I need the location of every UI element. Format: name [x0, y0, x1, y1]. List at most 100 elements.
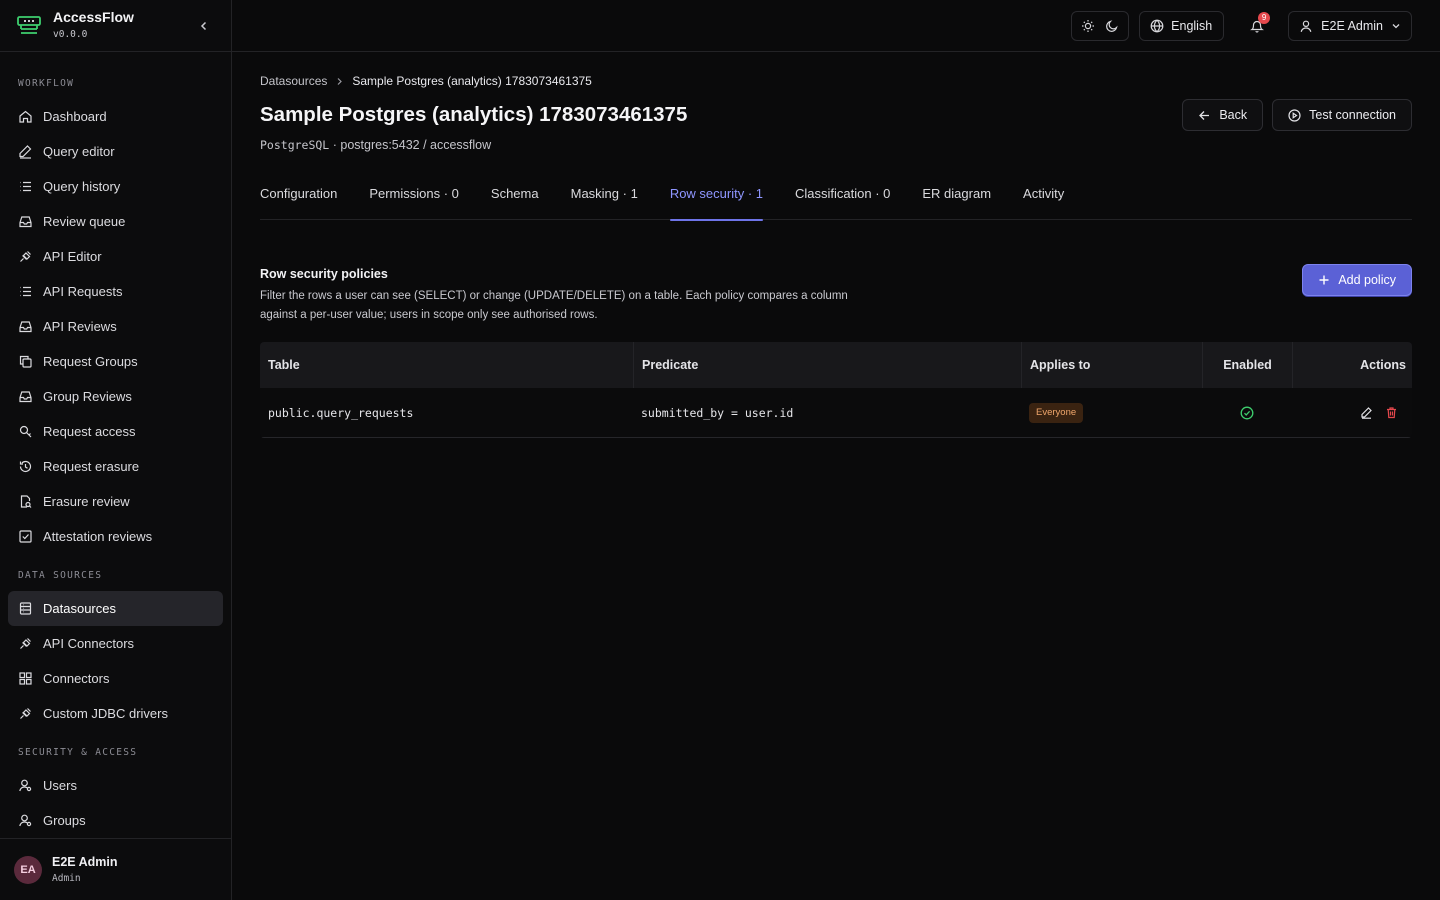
pencil-icon: [1361, 407, 1372, 419]
page-content: Datasources Sample Postgres (analytics) …: [232, 52, 1440, 438]
sidebar-item-api-reviews[interactable]: API Reviews: [8, 309, 223, 344]
datasource-connection: · postgres:5432 / accessflow: [332, 138, 492, 152]
table-header: Table Predicate Applies to Enabled Actio…: [260, 342, 1412, 388]
app-version: v0.0.0: [53, 29, 88, 40]
tab-permissions[interactable]: Permissions · 0: [369, 186, 459, 220]
inbox-icon: [18, 214, 33, 229]
nav-section-label: WORKFLOW: [18, 78, 75, 89]
tab-er-diagram[interactable]: ER diagram: [922, 186, 991, 220]
tab-configuration[interactable]: Configuration: [260, 186, 337, 220]
tab-masking[interactable]: Masking · 1: [571, 186, 638, 220]
sun-icon[interactable]: [1081, 19, 1095, 33]
sidebar-item-api-connectors[interactable]: API Connectors: [8, 626, 223, 661]
plug-icon: [18, 636, 33, 651]
section-description: Filter the rows a user can see (SELECT) …: [260, 290, 848, 321]
applies-to-badge: Everyone: [1029, 402, 1084, 423]
col-predicate: Predicate: [633, 342, 1021, 388]
sidebar-item-request-access[interactable]: Request access: [8, 414, 223, 449]
sidebar-item-label: Groups: [43, 813, 86, 828]
sidebar-item-custom-jdbc-drivers[interactable]: Custom JDBC drivers: [8, 696, 223, 731]
sidebar-item-groups[interactable]: Groups: [8, 803, 223, 838]
sidebar-item-label: Query editor: [43, 144, 115, 159]
sidebar-item-label: Request access: [43, 424, 136, 439]
brand: AccessFlow v0.0.0: [0, 0, 231, 52]
sidebar-item-label: API Reviews: [43, 319, 117, 334]
col-applies-to: Applies to: [1021, 342, 1202, 388]
col-table: Table: [268, 358, 300, 372]
tab-row-security[interactable]: Row security · 1: [669, 186, 764, 221]
user-cog-icon: [18, 813, 33, 828]
sidebar-item-label: Users: [43, 778, 77, 793]
sidebar-item-label: Connectors: [43, 671, 110, 686]
language-label: English: [1171, 18, 1213, 33]
user-menu-button[interactable]: E2E Admin: [1288, 10, 1412, 41]
breadcrumb-root-link[interactable]: Datasources: [260, 74, 327, 88]
app-name: AccessFlow: [53, 9, 134, 25]
history-icon: [18, 459, 33, 474]
check-square-icon: [18, 529, 33, 544]
row-predicate: submitted_by = user.id: [641, 405, 794, 420]
inbox-icon: [18, 389, 33, 404]
list-icon: [18, 179, 33, 194]
moon-icon[interactable]: [1105, 19, 1119, 33]
header-actions: Back Test connection: [1182, 99, 1412, 131]
plug-icon: [18, 706, 33, 721]
sidebar-item-label: API Editor: [43, 249, 102, 264]
sidebar-item-label: Group Reviews: [43, 389, 132, 404]
sidebar-item-label: Query history: [43, 179, 121, 194]
tab-schema[interactable]: Schema: [491, 186, 539, 220]
notification-count-badge: 9: [1258, 11, 1271, 24]
app-root: AccessFlow v0.0.0 WORKFLOW Dashboard Query…: [0, 0, 1440, 900]
chevron-right-icon: [337, 77, 343, 85]
sidebar-nav: WORKFLOW Dashboard Query editor Query histo…: [0, 52, 231, 838]
avatar: EA: [14, 855, 42, 884]
table-row: public.query_requests submitted_by = use…: [260, 388, 1412, 438]
sidebar-item-group-reviews[interactable]: Group Reviews: [8, 379, 223, 414]
collapse-sidebar-button[interactable]: [195, 17, 213, 35]
sidebar-user-role: Admin: [52, 872, 81, 884]
copy-icon: [18, 354, 33, 369]
back-button[interactable]: Back: [1182, 99, 1264, 131]
sidebar-item-label: API Requests: [43, 284, 123, 299]
sidebar-item-review-queue[interactable]: Review queue: [8, 204, 223, 239]
sidebar-item-api-requests[interactable]: API Requests: [8, 274, 223, 309]
sidebar-item-dashboard[interactable]: Dashboard: [8, 99, 223, 134]
notifications-button[interactable]: 9: [1242, 11, 1272, 41]
sidebar-item-connectors[interactable]: Connectors: [8, 661, 223, 696]
tab-activity[interactable]: Activity: [1023, 186, 1064, 220]
sidebar-user[interactable]: EA E2E Admin Admin: [0, 838, 231, 900]
key-icon: [18, 424, 33, 439]
sidebar-item-users[interactable]: Users: [8, 768, 223, 803]
datasource-tabs: Configuration Permissions · 0 Schema Maskin…: [260, 173, 1412, 221]
policies-table: Table Predicate Applies to Enabled Actio…: [260, 342, 1412, 438]
breadcrumb: Datasources Sample Postgres (analytics) …: [260, 73, 1412, 89]
sidebar-item-query-editor[interactable]: Query editor: [8, 134, 223, 169]
nav-section-label: DATA SOURCES: [18, 570, 103, 581]
tab-classification[interactable]: Classification · 0: [795, 186, 890, 220]
sidebar-item-erasure-review[interactable]: Erasure review: [8, 484, 223, 519]
topbar: English 9 E2E Admin: [232, 0, 1440, 52]
sidebar-item-attestation-reviews[interactable]: Attestation reviews: [8, 519, 223, 554]
sidebar-item-query-history[interactable]: Query history: [8, 169, 223, 204]
language-select[interactable]: English: [1139, 10, 1225, 41]
sidebar-item-request-groups[interactable]: Request Groups: [8, 344, 223, 379]
sidebar-item-api-editor[interactable]: API Editor: [8, 239, 223, 274]
col-enabled: Enabled: [1202, 342, 1292, 388]
delete-policy-button[interactable]: [1385, 406, 1398, 419]
add-policy-button[interactable]: Add policy: [1302, 264, 1412, 296]
col-actions: Actions: [1292, 342, 1412, 388]
plug-icon: [18, 249, 33, 264]
sidebar-item-label: API Connectors: [43, 636, 135, 651]
sidebar-item-label: Review queue: [43, 214, 126, 229]
accessflow-logo-icon: [17, 15, 41, 34]
sidebar-item-datasources[interactable]: Datasources: [8, 591, 223, 626]
test-connection-button[interactable]: Test connection: [1272, 99, 1412, 131]
edit-policy-button[interactable]: [1360, 406, 1373, 419]
sidebar-item-label: Erasure review: [43, 494, 130, 509]
sidebar-item-request-erasure[interactable]: Request erasure: [8, 449, 223, 484]
test-connection-label: Test connection: [1309, 108, 1396, 122]
sidebar-item-label: Datasources: [43, 601, 116, 616]
user-icon: [1300, 20, 1312, 32]
trash-icon: [1387, 407, 1396, 419]
home-icon: [18, 109, 33, 124]
